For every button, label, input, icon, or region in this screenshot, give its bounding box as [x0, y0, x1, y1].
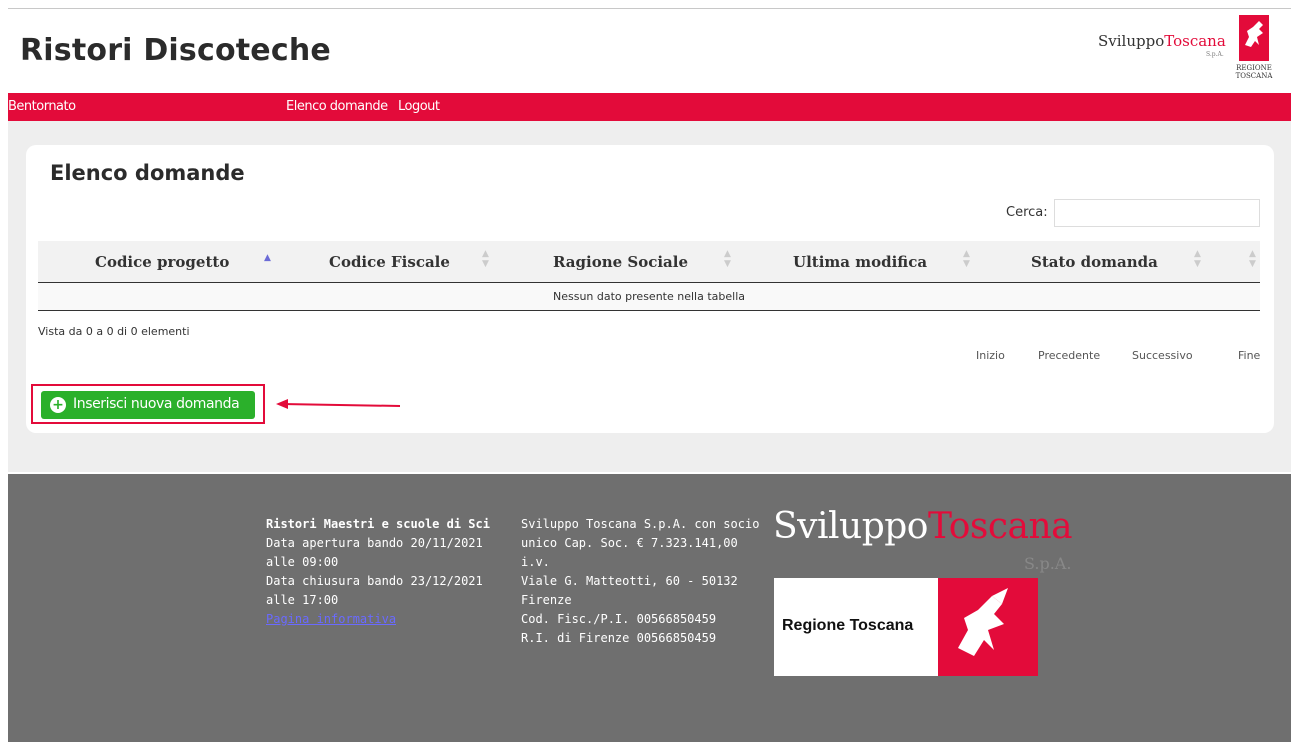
sort-icon: ▲ ▼: [963, 249, 970, 269]
col-header-stato-domanda[interactable]: Stato domanda: [1031, 253, 1158, 271]
red-arrow-icon: [276, 399, 400, 409]
col-header-codice-progetto[interactable]: Codice progetto: [95, 253, 229, 271]
search-label: Cerca:: [1006, 205, 1048, 220]
sort-icon: ▲ ▼: [724, 249, 731, 269]
add-domanda-label: Inserisci nuova domanda: [73, 396, 240, 412]
regione-toscana-text: REGIONE TOSCANA: [1232, 64, 1276, 80]
logo-spa-text: S.p.A.: [1206, 51, 1224, 58]
pegasus-icon: [938, 578, 1038, 676]
col-header-codice-fiscale[interactable]: Codice Fiscale: [329, 253, 450, 271]
footer-open-date: Data apertura bando 20/11/2021 alle 09:0…: [266, 536, 483, 569]
footer-sviluppo-toscana-logo: SviluppoToscana: [773, 506, 1073, 547]
pager-previous[interactable]: Precedente: [1038, 349, 1100, 362]
logo-sviluppo-text: Sviluppo: [1098, 32, 1165, 50]
pager-first[interactable]: Inizio: [976, 349, 1005, 362]
footer-regione-toscana-logo: Regione Toscana: [774, 578, 1038, 676]
sort-icon: ▲ ▼: [1249, 249, 1256, 269]
domande-panel: Elenco domande Cerca: Codice progetto ▲ …: [26, 145, 1274, 433]
app-title: Ristori Discoteche: [20, 33, 331, 68]
footer-close-date: Data chiusura bando 23/12/2021 alle 17:0…: [266, 574, 483, 607]
nav-welcome[interactable]: Bentornato: [8, 99, 76, 114]
plus-circle-icon: +: [50, 397, 66, 413]
empty-table-row: Nessun dato presente nella tabella: [38, 283, 1260, 311]
sort-icon: ▲ ▼: [482, 249, 489, 269]
footer-company-line1: Sviluppo Toscana S.p.A. con socio unico …: [521, 517, 760, 569]
region-line1: REGIONE: [1236, 64, 1272, 72]
panel-title: Elenco domande: [50, 161, 245, 185]
col-header-ultima-modifica[interactable]: Ultima modifica: [793, 253, 927, 271]
sviluppo-toscana-logo: SviluppoToscana: [1098, 32, 1226, 50]
footer-company-line2: Viale G. Matteotti, 60 - 50132 Firenze: [521, 574, 738, 607]
footer-bando-title: Ristori Maestri e scuole di Sci: [266, 517, 490, 531]
table-header: Codice progetto ▲ Codice Fiscale ▲ ▼ Ragi…: [38, 241, 1260, 283]
pegasus-flag-icon: [1239, 15, 1269, 61]
add-domanda-button[interactable]: + Inserisci nuova domanda: [41, 391, 255, 419]
footer-logo-toscana: Toscana: [927, 506, 1073, 547]
sort-icon: ▲ ▼: [1194, 249, 1201, 269]
regione-toscana-logo: REGIONE TOSCANA: [1232, 15, 1276, 97]
nav-logout[interactable]: Logout: [398, 99, 440, 114]
pager-next[interactable]: Successivo: [1132, 349, 1193, 362]
main-navbar: Bentornato Elenco domande Logout: [8, 93, 1291, 121]
footer-region-label: Regione Toscana: [782, 617, 914, 634]
sort-asc-icon: ▲: [264, 253, 271, 263]
page-footer: Ristori Maestri e scuole di Sci Data ape…: [8, 474, 1291, 742]
page-header: Ristori Discoteche SviluppoToscana S.p.A…: [8, 9, 1291, 93]
logo-toscana-text: Toscana: [1164, 32, 1226, 50]
footer-logo-spa: S.p.A.: [1024, 554, 1072, 573]
footer-logo-sviluppo: Sviluppo: [773, 506, 928, 547]
footer-company-line4: R.I. di Firenze 00566850459: [521, 631, 717, 645]
table-info: Vista da 0 a 0 di 0 elementi: [38, 325, 190, 338]
col-header-ragione-sociale[interactable]: Ragione Sociale: [553, 253, 688, 271]
region-line2: TOSCANA: [1235, 72, 1273, 80]
nav-elenco-domande[interactable]: Elenco domande: [286, 99, 388, 114]
footer-bando-info: Ristori Maestri e scuole di Sci Data ape…: [266, 515, 516, 629]
pager-last[interactable]: Fine: [1238, 349, 1260, 362]
footer-company-line3: Cod. Fisc./P.I. 00566850459: [521, 612, 717, 626]
search-input[interactable]: [1054, 199, 1260, 227]
highlight-box: + Inserisci nuova domanda: [31, 384, 265, 424]
footer-company-info: Sviluppo Toscana S.p.A. con socio unico …: [521, 515, 771, 648]
footer-info-link[interactable]: Pagina informativa: [266, 612, 396, 626]
content-area: Elenco domande Cerca: Codice progetto ▲ …: [8, 121, 1291, 472]
